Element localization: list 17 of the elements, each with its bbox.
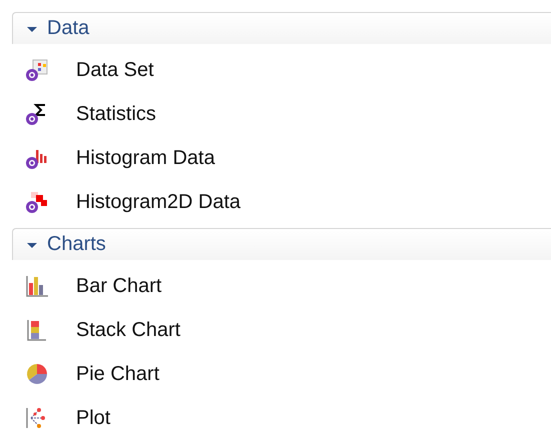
bar-chart-icon: [25, 274, 49, 298]
palette-item[interactable]: Pie Chart: [76, 362, 160, 386]
section-header[interactable]: Charts: [12, 228, 551, 260]
palette-item[interactable]: Data Set: [76, 58, 154, 82]
section-title: Charts: [47, 233, 106, 256]
heatmap-icon: [25, 190, 49, 214]
section-header[interactable]: Data: [12, 12, 551, 44]
palette-item[interactable]: Histogram2D Data: [76, 190, 241, 214]
palette-item[interactable]: Statistics: [76, 102, 156, 126]
palette-item[interactable]: Bar Chart: [76, 274, 162, 298]
palette-item[interactable]: Histogram Data: [76, 146, 215, 170]
palette-item[interactable]: Plot: [76, 406, 110, 430]
pie-chart-icon: [25, 362, 49, 386]
palette-item[interactable]: Stack Chart: [76, 318, 180, 342]
stacked-bar-icon: [25, 318, 49, 342]
section-title: Data: [47, 17, 90, 40]
dataset-icon: [25, 58, 49, 82]
